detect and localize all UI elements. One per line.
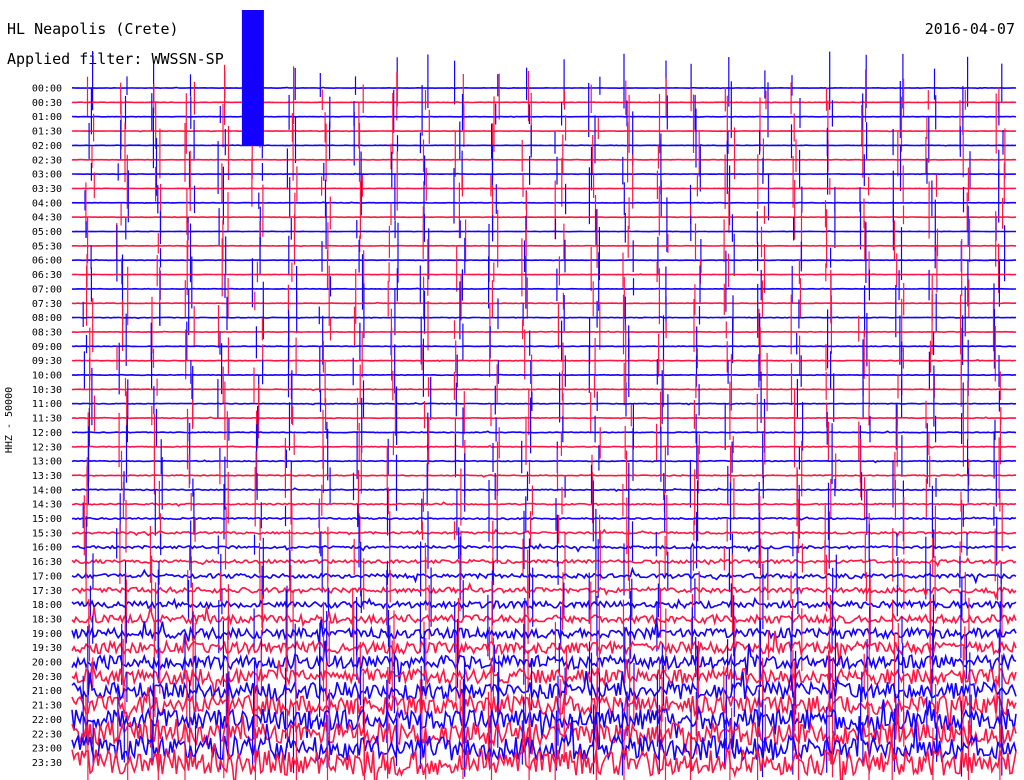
- row-time-label: 23:00: [32, 744, 62, 755]
- trace-line: [71, 402, 1017, 406]
- trace-line: [71, 273, 1017, 276]
- row-time-label: 06:00: [32, 256, 62, 267]
- row-time-label: 04:30: [32, 213, 62, 224]
- row-time-label: 21:30: [32, 701, 62, 712]
- row-time-label: 10:30: [32, 385, 62, 396]
- row-time-label: 03:00: [32, 170, 62, 181]
- row-time-label: 09:30: [32, 356, 62, 367]
- row-time-label: 21:00: [32, 686, 62, 697]
- trace-line: [71, 516, 1017, 521]
- row-time-label: 10:00: [32, 371, 62, 382]
- trace-line: [71, 557, 1017, 568]
- trace-line: [71, 258, 1016, 262]
- event-burst: [241, 10, 264, 146]
- row-time-label: 22:00: [32, 715, 62, 726]
- row-time-label: 19:30: [32, 643, 62, 654]
- row-time-label: 05:00: [32, 227, 62, 238]
- row-time-label: 14:00: [32, 485, 62, 496]
- trace-line: [71, 581, 1017, 601]
- row-time-label: 01:00: [32, 112, 62, 123]
- trace-line: [72, 129, 1017, 133]
- trace-line: [71, 301, 1016, 305]
- row-time-label: 12:30: [32, 442, 62, 453]
- trace-line: [71, 359, 1016, 363]
- row-time-label: 07:00: [32, 284, 62, 295]
- row-time-label: 16:30: [32, 557, 62, 568]
- trace-line: [71, 201, 1017, 205]
- trace-line: [72, 287, 1016, 291]
- trace-line: [71, 86, 1017, 90]
- trace-line: [71, 416, 1017, 420]
- trace-line: [71, 528, 1017, 538]
- row-time-label: 20:30: [32, 672, 62, 683]
- trace-line: [71, 444, 1017, 449]
- row-time-label: 12:00: [32, 428, 62, 439]
- row-time-label: 06:30: [32, 270, 62, 281]
- trace-line: [71, 345, 1017, 348]
- row-time-label: 08:00: [32, 313, 62, 324]
- row-time-label: 15:30: [32, 528, 62, 539]
- trace-line: [71, 473, 1017, 478]
- row-time-label: 00:30: [32, 98, 62, 109]
- trace-line: [71, 542, 1017, 553]
- trace-line: [71, 144, 1017, 147]
- trace-line: [71, 115, 1017, 119]
- trace-line: [71, 459, 1017, 464]
- row-time-label: 02:00: [32, 141, 62, 152]
- row-time-label: 01:30: [32, 127, 62, 138]
- row-time-label: 07:30: [32, 299, 62, 310]
- row-time-label: 11:30: [32, 414, 62, 425]
- row-time-label: 14:30: [32, 500, 62, 511]
- row-time-label: 00:00: [32, 84, 62, 95]
- row-time-label: 09:00: [32, 342, 62, 353]
- row-time-label: 18:30: [32, 614, 62, 625]
- row-time-label: 13:30: [32, 471, 62, 482]
- row-time-label: 11:00: [32, 399, 62, 410]
- trace-group: [71, 10, 1017, 780]
- trace-line: [71, 244, 1017, 248]
- trace-line: [72, 316, 1017, 320]
- trace-line: [71, 596, 1017, 611]
- trace-line: [71, 158, 1017, 161]
- row-time-label: 16:00: [32, 543, 62, 554]
- row-time-label: 17:00: [32, 571, 62, 582]
- row-time-label: 13:00: [32, 457, 62, 468]
- helicorder-chart: 00:00 00:30 01:00 01:30 02:00 02:30 03:00 03:30…: [32, 10, 1017, 780]
- trace-line: [71, 215, 1017, 219]
- row-time-label: 22:30: [32, 729, 62, 740]
- trace-line: [71, 230, 1016, 233]
- row-time-label: 20:00: [32, 658, 62, 669]
- row-time-label: 08:30: [32, 327, 62, 338]
- row-time-label: 15:00: [32, 514, 62, 525]
- row-label-group: 00:00 00:30 01:00 01:30 02:00 02:30 03:00 03:30…: [32, 84, 62, 769]
- trace-line: [71, 388, 1017, 392]
- row-time-label: 02:30: [32, 155, 62, 166]
- trace-line: [71, 430, 1017, 434]
- trace-line: [72, 101, 1017, 104]
- trace-line: [71, 187, 1017, 190]
- y-axis-label: HHZ - 50000: [4, 386, 15, 454]
- row-time-label: 19:00: [32, 629, 62, 640]
- row-time-label: 17:30: [32, 586, 62, 597]
- trace-line: [71, 373, 1017, 377]
- trace-line: [72, 172, 1017, 176]
- row-time-label: 23:30: [32, 758, 62, 769]
- row-time-label: 05:30: [32, 241, 62, 252]
- row-time-label: 18:00: [32, 600, 62, 611]
- trace-line: [71, 607, 1017, 628]
- trace-line: [71, 566, 1017, 585]
- trace-line: [71, 501, 1017, 507]
- trace-line: [71, 619, 1017, 643]
- trace-line: [71, 330, 1017, 334]
- row-time-label: 04:00: [32, 198, 62, 209]
- trace-line: [71, 487, 1017, 492]
- row-time-label: 03:30: [32, 184, 62, 195]
